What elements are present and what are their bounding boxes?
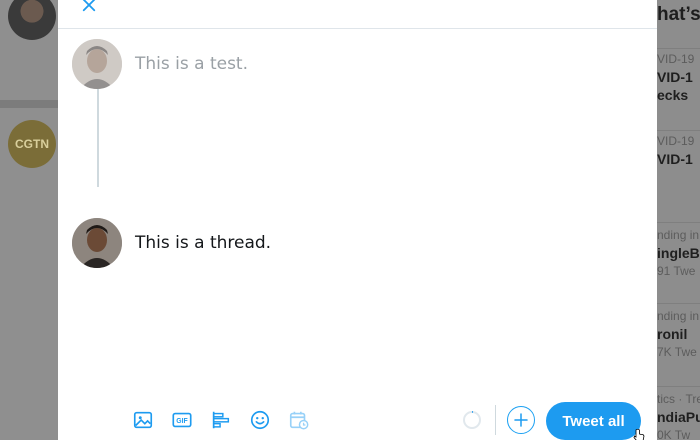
trend-count: 91 Twe <box>657 264 696 278</box>
divider <box>0 100 58 108</box>
trend-meta: VID-19 <box>657 134 695 148</box>
trend-meta: VID-19 <box>657 52 695 66</box>
trend-item: VID-19 VID-1 <box>657 130 700 167</box>
close-icon <box>82 0 96 12</box>
plus-icon <box>514 413 528 427</box>
emoji-button[interactable] <box>248 408 272 432</box>
image-icon <box>133 411 153 429</box>
add-tweet-button[interactable] <box>507 406 535 434</box>
thread-tweet[interactable]: This is a thread. <box>72 218 632 270</box>
compose-toolbar: GIF Tweet all <box>58 402 657 440</box>
trend-item: VID-19 VID-1 ecks <box>657 48 700 103</box>
tweet-textarea[interactable]: This is a thread. <box>135 233 271 253</box>
schedule-button[interactable] <box>287 408 311 432</box>
trend-meta: nding in <box>657 309 700 323</box>
trend-name: VID-1 <box>657 69 693 85</box>
trend-meta: nding in <box>657 228 700 242</box>
progress-ring-icon <box>463 411 481 429</box>
trend-item: nding in ingleB 91 Twe <box>657 222 700 278</box>
gif-label: GIF <box>176 418 187 425</box>
close-button[interactable] <box>78 0 100 16</box>
media-button[interactable] <box>131 408 155 432</box>
toolbar-divider <box>495 405 496 435</box>
trend-count: 7K Twe <box>657 345 697 359</box>
poll-icon <box>212 411 230 429</box>
trend-name: ecks <box>657 87 689 103</box>
tweet-textarea[interactable]: This is a test. <box>135 54 248 74</box>
compose-thread-modal: This is a test. This is a thread. GIF Tw… <box>58 0 657 440</box>
character-count-ring <box>462 410 482 430</box>
background-timeline: CGTN <box>0 0 58 440</box>
trend-name: VID-1 <box>657 151 693 167</box>
tweet-all-button[interactable]: Tweet all <box>546 402 641 440</box>
schedule-icon <box>289 411 309 430</box>
avatar <box>8 0 56 40</box>
modal-header <box>58 0 657 29</box>
thread-tweet[interactable]: This is a test. <box>72 39 632 91</box>
gif-button[interactable]: GIF <box>170 408 194 432</box>
trend-name: ronil <box>657 326 688 342</box>
trend-item: nding in ronil 7K Twe <box>657 303 700 359</box>
avatar <box>72 39 122 89</box>
trend-item: tics · Tre ndiaPu 0K Tw <box>657 386 700 440</box>
thread-connector <box>97 89 99 187</box>
hand-cursor-icon <box>633 428 645 440</box>
gif-icon: GIF <box>172 412 192 428</box>
trends-panel: hat’s VID-19 VID-1 ecks VID-19 VID-1 ndi… <box>657 0 700 440</box>
trend-count: 0K Tw <box>657 428 691 440</box>
trend-name: ingleB <box>657 245 700 261</box>
trends-heading: hat’s <box>657 4 700 25</box>
emoji-icon <box>250 410 270 430</box>
avatar <box>72 218 122 268</box>
trend-name: ndiaPu <box>657 409 700 425</box>
poll-button[interactable] <box>209 408 233 432</box>
trend-meta: tics · Tre <box>657 392 700 406</box>
cgtn-avatar: CGTN <box>8 120 56 168</box>
